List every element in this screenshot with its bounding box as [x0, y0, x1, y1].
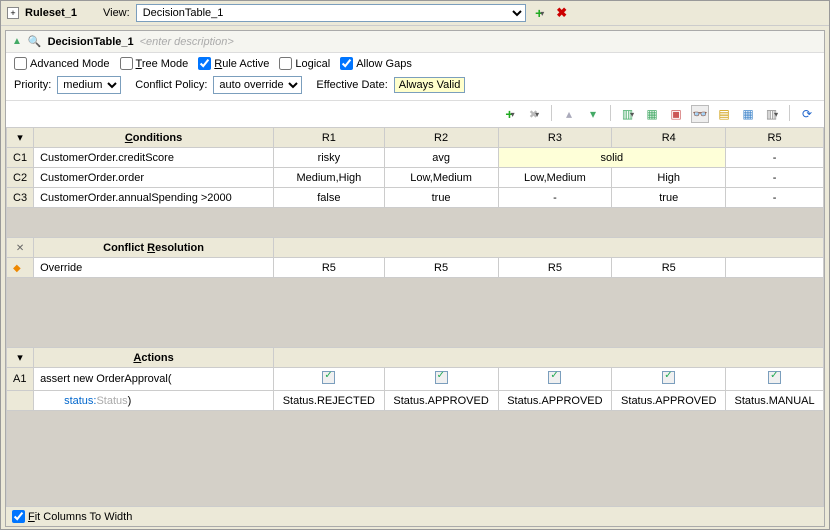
- separator: [551, 105, 552, 121]
- grid-icon[interactable]: ▦: [739, 105, 757, 123]
- action-checkbox[interactable]: [498, 368, 612, 391]
- fit-columns-checkbox[interactable]: Fit Columns To Width: [12, 510, 818, 523]
- action-checkbox[interactable]: [384, 368, 498, 391]
- action-checkbox[interactable]: [274, 368, 385, 391]
- table-row: A1 assert new OrderApproval(: [7, 368, 824, 391]
- rule-active-checkbox[interactable]: Rule Active: [198, 57, 269, 70]
- action-status-label[interactable]: status:Status): [34, 391, 274, 411]
- panel-title: DecisionTable_1: [48, 36, 134, 48]
- move-up-icon[interactable]: ▴: [560, 105, 578, 123]
- conditions-header: Conditions: [34, 128, 274, 148]
- delete-rule-icon[interactable]: ✖▾: [525, 105, 543, 123]
- collapse-icon[interactable]: ▲: [12, 36, 22, 47]
- expand-conditions-button[interactable]: ▾: [7, 128, 34, 148]
- tree-mode-checkbox[interactable]: Tree Mode: [120, 57, 189, 70]
- action-checkbox[interactable]: [726, 368, 824, 391]
- add-rule-icon[interactable]: +▾: [501, 105, 519, 123]
- move-down-icon[interactable]: ▾: [584, 105, 602, 123]
- conflict-policy-select[interactable]: auto override: [213, 76, 302, 94]
- validate-icon[interactable]: ▣: [667, 105, 685, 123]
- effective-date-value[interactable]: Always Valid: [394, 77, 466, 93]
- priority-label: Priority:: [14, 79, 51, 91]
- actions-header: Actions: [34, 348, 274, 368]
- cells-icon[interactable]: ▤: [715, 105, 733, 123]
- effective-date-label: Effective Date:: [316, 79, 387, 91]
- ruleset-title: Ruleset_1: [25, 7, 77, 19]
- close-conflict-icon[interactable]: ✕: [16, 243, 24, 254]
- logical-checkbox[interactable]: Logical: [279, 57, 330, 70]
- search-icon[interactable]: 🔍: [28, 35, 42, 48]
- col-r5[interactable]: R5: [726, 128, 824, 148]
- description-field[interactable]: <enter description>: [140, 36, 234, 48]
- conflict-policy-label: Conflict Policy:: [135, 79, 207, 91]
- table-row: status:Status) Status.REJECTED Status.AP…: [7, 391, 824, 411]
- bucket-icon[interactable]: ▥▾: [619, 105, 637, 123]
- col-r1[interactable]: R1: [274, 128, 385, 148]
- separator: [789, 105, 790, 121]
- table-row: ◆ Override R5 R5 R5 R5: [7, 258, 824, 278]
- col-r4[interactable]: R4: [612, 128, 726, 148]
- add-icon[interactable]: +▾: [532, 5, 548, 21]
- find-gaps-icon[interactable]: 👓: [691, 105, 709, 123]
- separator: [610, 105, 611, 121]
- refresh-icon[interactable]: ⟳: [798, 105, 816, 123]
- table-row: C3 CustomerOrder.annualSpending >2000 fa…: [7, 188, 824, 208]
- allow-gaps-checkbox[interactable]: Allow Gaps: [340, 57, 412, 70]
- decision-table: ▾ Conditions R1 R2 R3 R4 R5 C1 CustomerO…: [6, 127, 824, 506]
- expand-ruleset-button[interactable]: +: [7, 7, 19, 19]
- delete-icon[interactable]: ✖: [554, 5, 570, 21]
- advanced-mode-checkbox[interactable]: Advanced Mode: [14, 57, 110, 70]
- action-checkbox[interactable]: [612, 368, 726, 391]
- col-r2[interactable]: R2: [384, 128, 498, 148]
- conflict-resolution-header: Conflict Resolution: [34, 238, 274, 258]
- view-select[interactable]: DecisionTable_1: [136, 4, 526, 22]
- bucket2-icon[interactable]: ▦: [643, 105, 661, 123]
- columns-icon[interactable]: ▥▾: [763, 105, 781, 123]
- override-icon: ◆: [13, 263, 21, 274]
- table-row: C1 CustomerOrder.creditScore risky avg s…: [7, 148, 824, 168]
- priority-select[interactable]: medium: [57, 76, 121, 94]
- view-label: View:: [103, 7, 130, 19]
- table-row: C2 CustomerOrder.order Medium,High Low,M…: [7, 168, 824, 188]
- col-r3[interactable]: R3: [498, 128, 612, 148]
- expand-actions-button[interactable]: ▾: [7, 348, 34, 368]
